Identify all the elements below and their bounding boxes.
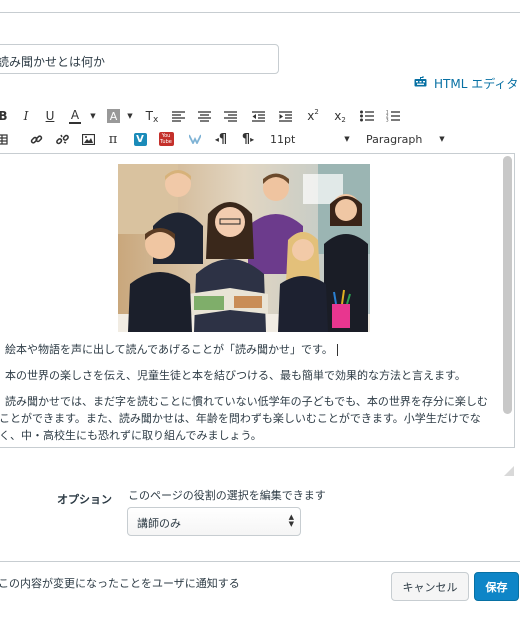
cancel-button[interactable]: キャンセル: [391, 572, 469, 601]
block-format-dropdown-icon[interactable]: ▼: [438, 129, 446, 149]
footer-divider: [0, 561, 520, 562]
content-paragraph: ことができます。また、読み聞かせは、年齢を問わずも楽しいむことができます。小学生…: [0, 412, 481, 425]
rtl-icon[interactable]: ¶ ▸: [240, 129, 256, 149]
text-cursor: [336, 344, 338, 356]
font-size-dropdown-icon[interactable]: ▼: [343, 129, 351, 149]
indent-icon[interactable]: [278, 106, 292, 126]
editor-scrollbar[interactable]: [503, 156, 512, 414]
subscript-button[interactable]: x2: [333, 106, 347, 126]
font-color-dropdown-icon[interactable]: ▼: [89, 106, 97, 126]
block-format-select[interactable]: Paragraph: [366, 129, 426, 149]
align-left-icon[interactable]: [171, 106, 185, 126]
content-paragraph: 本の世界の楽しさを伝え、児童生徒と本を結びつける、最も簡単で効果的な方法と言えま…: [5, 369, 466, 382]
html-editor-link[interactable]: HTML エディタ: [414, 75, 518, 91]
keyboard-icon: [414, 76, 427, 90]
top-divider: [0, 12, 520, 13]
select-arrows-icon: ▲ ▼: [288, 513, 294, 528]
superscript-button[interactable]: x2: [306, 106, 320, 126]
align-center-icon[interactable]: [197, 106, 211, 126]
table-icon[interactable]: [0, 129, 8, 149]
background-color-button[interactable]: A: [107, 109, 120, 123]
role-select[interactable]: 講師のみ ▲ ▼: [127, 507, 301, 536]
unlink-icon[interactable]: [55, 129, 69, 149]
rich-content-editor[interactable]: 絵本や物語を声に出して読んであげることが「読み聞かせ」です。 本の世界の楽しさを…: [0, 153, 515, 448]
content-paragraph: 絵本や物語を声に出して読んであげることが「読み聞かせ」です。: [0, 342, 499, 358]
editor-resize-handle[interactable]: [502, 461, 514, 476]
italic-button[interactable]: I: [20, 106, 32, 126]
background-color-dropdown-icon[interactable]: ▼: [126, 106, 134, 126]
image-icon[interactable]: [81, 129, 95, 149]
content-paragraph: く、中・高校生にも恐れずに取り組んでみましょう。: [0, 429, 262, 442]
save-button[interactable]: 保存: [474, 572, 519, 601]
page-title-input[interactable]: 読み聞かせとは何か: [0, 44, 279, 74]
options-description: このページの役割の選択を編集できます: [128, 489, 326, 502]
math-equation-button[interactable]: π: [107, 129, 119, 149]
underline-button[interactable]: U: [44, 106, 56, 126]
numbered-list-icon[interactable]: 123: [386, 106, 400, 126]
role-select-value: 講師のみ: [137, 517, 181, 530]
outdent-icon[interactable]: [251, 106, 265, 126]
font-size-select[interactable]: 11pt: [270, 129, 300, 149]
html-editor-label: HTML エディタ: [434, 76, 519, 91]
align-right-icon[interactable]: [223, 106, 237, 126]
clear-format-button[interactable]: Tx: [145, 106, 159, 126]
svg-text:3: 3: [386, 118, 389, 123]
clear-format-icon: T: [145, 109, 154, 123]
editor-toolbar-row1: B I U A ▼ A ▼ Tx x2 x2 123: [0, 106, 418, 126]
vimeo-icon[interactable]: V: [133, 129, 147, 149]
link-icon[interactable]: [29, 129, 43, 149]
ltr-icon[interactable]: ◂ ¶: [213, 129, 229, 149]
notify-users-checkbox-label[interactable]: この内容が変更になったことをユーザに通知する: [0, 575, 240, 591]
youtube-icon[interactable]: You Tube: [158, 129, 174, 149]
font-color-button[interactable]: A: [69, 108, 81, 124]
editor-toolbar-row2: π V You Tube ◂ ¶ ¶ ▸ 11pt ▼ Paragraph ▼: [0, 129, 458, 149]
bullet-list-icon[interactable]: [360, 106, 374, 126]
media-embed-icon[interactable]: [188, 129, 202, 149]
content-paragraph: 読み聞かせでは、まだ字を読むことに慣れていない低学年の子どもでも、本の世界を存分…: [5, 395, 488, 408]
options-label: オプション: [57, 493, 112, 506]
bold-button[interactable]: B: [0, 106, 8, 126]
content-image[interactable]: [118, 164, 370, 332]
